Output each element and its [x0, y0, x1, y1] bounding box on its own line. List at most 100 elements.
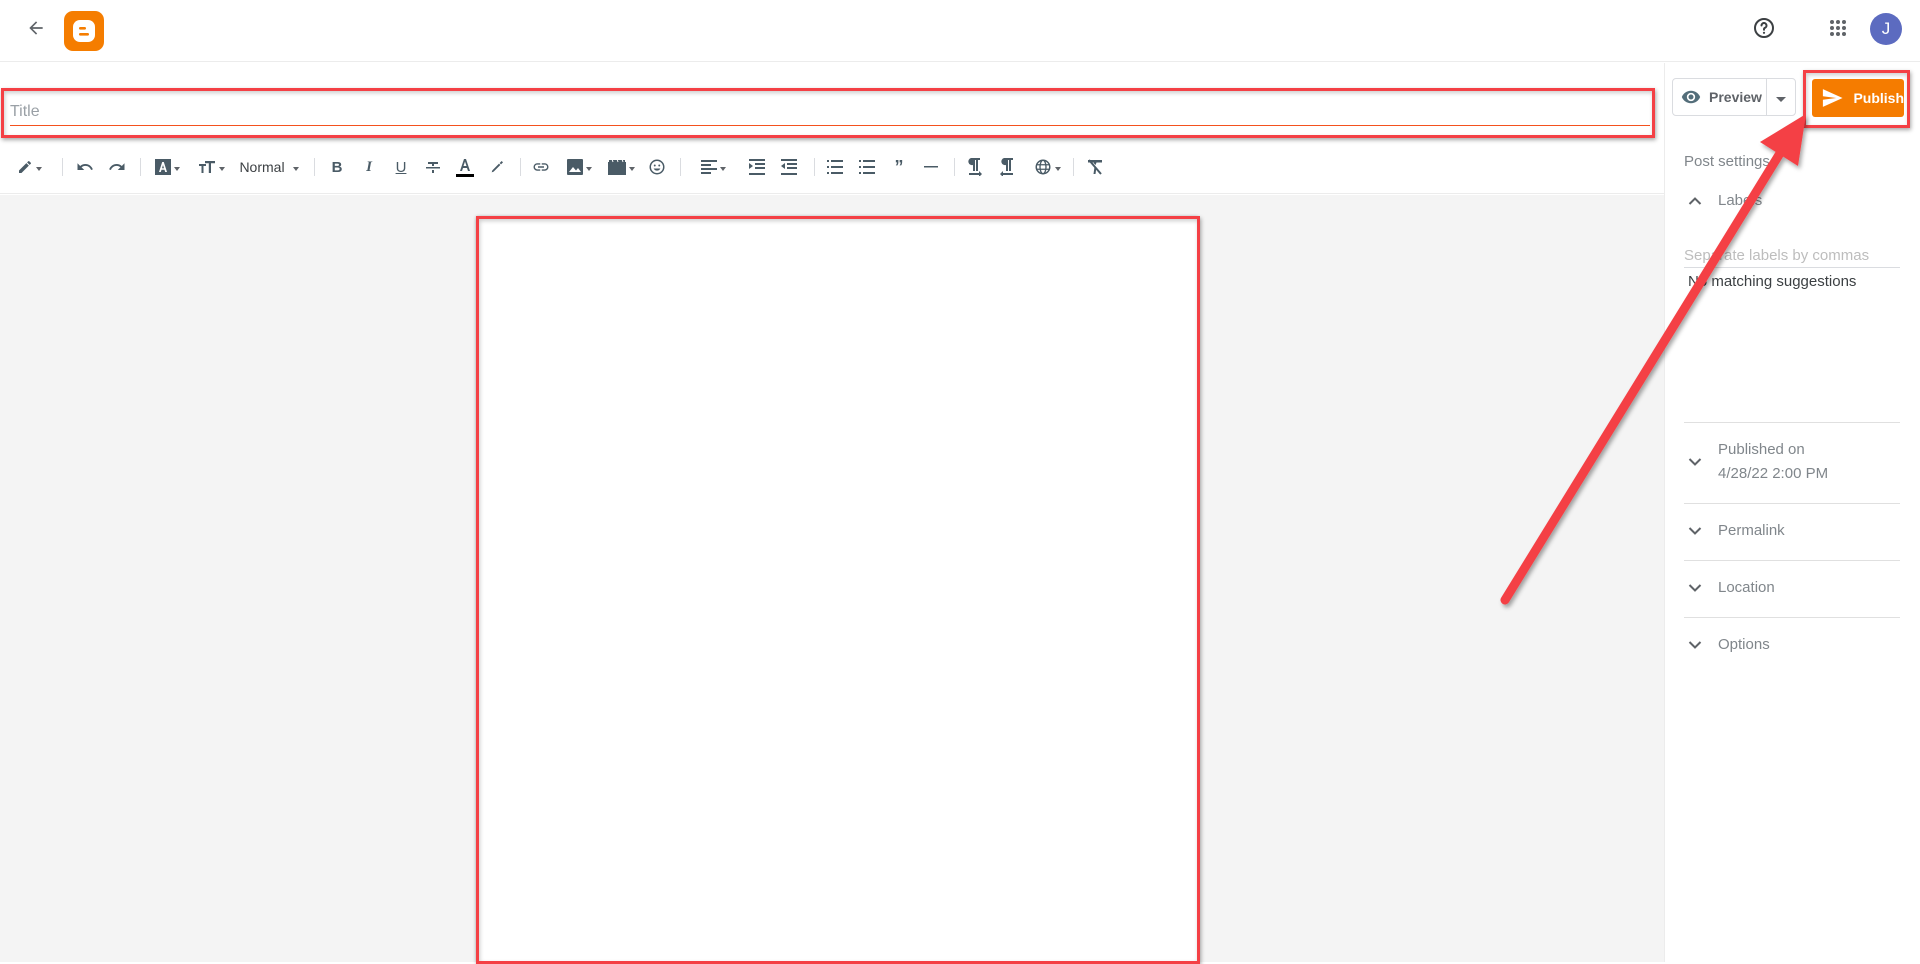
toolbar-divider [1073, 158, 1074, 176]
location-label: Location [1718, 579, 1775, 596]
bold-button[interactable]: B [324, 152, 350, 182]
emoji-button[interactable] [644, 152, 670, 182]
apps-button[interactable] [1824, 14, 1852, 42]
underline-icon: U [395, 158, 407, 176]
title-input[interactable] [10, 98, 1650, 126]
section-divider [1684, 560, 1900, 561]
link-icon [533, 163, 549, 171]
undo-icon [77, 163, 93, 170]
align-left-icon [700, 160, 717, 174]
chevron-down-icon [1688, 458, 1702, 466]
underline-button[interactable]: U [388, 152, 414, 182]
outdent-button[interactable] [776, 152, 802, 182]
pencil-icon [18, 160, 31, 173]
post-body[interactable] [476, 216, 1198, 962]
no-suggestions-text: No matching suggestions [1688, 273, 1857, 290]
italic-icon: I [366, 158, 372, 175]
horizontal-rule-icon [924, 166, 938, 168]
quote-button[interactable]: ” [886, 152, 912, 182]
toolbar-divider [814, 158, 815, 176]
bold-icon: B [331, 158, 343, 176]
compose-mode-button[interactable] [12, 152, 46, 182]
redo-button[interactable] [104, 152, 130, 182]
clear-formatting-button[interactable] [1082, 152, 1108, 182]
italic-button[interactable]: I [356, 152, 382, 182]
location-section-toggle[interactable]: Location [1684, 576, 1900, 600]
bulleted-list-button[interactable] [822, 152, 848, 182]
published-on-label: Published on [1718, 441, 1805, 458]
arrow-left-icon [29, 21, 43, 35]
font-size-button[interactable] [194, 152, 228, 182]
horizontal-rule-button[interactable] [918, 152, 944, 182]
rtl-icon [1000, 158, 1013, 176]
font-button[interactable] [150, 152, 184, 182]
redo-icon [109, 163, 125, 170]
clear-format-icon [1088, 159, 1102, 175]
app-header: J [0, 0, 1920, 62]
text-size-icon [198, 161, 215, 173]
published-date: 4/28/22 2:00 PM [1718, 465, 1829, 482]
ltr-button[interactable] [962, 152, 988, 182]
text-color-icon [456, 159, 474, 177]
image-icon [566, 159, 583, 175]
link-button[interactable] [528, 152, 554, 182]
publish-button[interactable]: Publish [1812, 79, 1904, 117]
outdent-icon [781, 159, 797, 175]
text-color-button[interactable] [452, 152, 478, 182]
indent-icon [749, 159, 765, 175]
section-divider [1684, 503, 1900, 504]
strikethrough-icon [426, 162, 440, 173]
preview-button[interactable]: Preview [1673, 79, 1767, 115]
toolbar-divider [954, 158, 955, 176]
permalink-label: Permalink [1718, 522, 1785, 539]
language-button[interactable] [1030, 152, 1064, 182]
publish-label: Publish [1853, 90, 1904, 106]
chevron-down-icon [1688, 584, 1702, 592]
toolbar-divider [140, 158, 141, 176]
permalink-section-toggle[interactable]: Permalink [1684, 519, 1900, 543]
align-button[interactable] [696, 152, 730, 182]
help-circle-icon [1754, 18, 1774, 38]
chevron-up-icon [1688, 197, 1702, 205]
quote-icon: ” [894, 156, 904, 177]
emoji-icon [649, 159, 665, 175]
caret-down-icon [1776, 96, 1786, 102]
apps-grid-icon [1830, 20, 1846, 36]
back-button[interactable] [22, 14, 50, 42]
insert-image-button[interactable] [562, 152, 596, 182]
insert-video-button[interactable] [604, 152, 638, 182]
options-label: Options [1718, 636, 1770, 653]
indent-button[interactable] [744, 152, 770, 182]
section-divider [1684, 617, 1900, 618]
options-section-toggle[interactable]: Options [1684, 633, 1900, 657]
globe-icon [1035, 159, 1050, 175]
toolbar-divider [520, 158, 521, 176]
chevron-down-icon [1688, 641, 1702, 649]
labels-section-label: Labels [1718, 192, 1763, 209]
video-icon [607, 159, 626, 175]
numbered-list-icon [859, 160, 875, 174]
labels-section-toggle[interactable]: Labels [1684, 189, 1900, 213]
numbered-list-button[interactable] [854, 152, 880, 182]
post-settings-title: Post settings [1684, 153, 1770, 170]
eye-icon [1681, 90, 1701, 104]
paragraph-style-dropdown[interactable]: Normal [236, 152, 302, 182]
formatting-toolbar: Normal B I U ” [0, 146, 1664, 194]
undo-button[interactable] [72, 152, 98, 182]
highlight-button[interactable] [484, 152, 510, 182]
rtl-button[interactable] [994, 152, 1020, 182]
send-icon [1822, 89, 1843, 107]
toolbar-divider [62, 158, 63, 176]
section-divider [1684, 422, 1900, 423]
published-section-toggle[interactable]: Published on 4/28/22 2:00 PM [1684, 438, 1900, 486]
avatar[interactable]: J [1870, 13, 1902, 45]
highlighter-icon [491, 161, 503, 173]
labels-input[interactable] [1684, 244, 1900, 268]
chevron-down-icon [1688, 527, 1702, 535]
preview-button-group: Preview [1672, 78, 1796, 116]
strikethrough-button[interactable] [420, 152, 446, 182]
bulleted-list-icon [827, 160, 843, 174]
help-button[interactable] [1750, 14, 1778, 42]
preview-dropdown-button[interactable] [1767, 79, 1795, 115]
blogger-logo-icon[interactable] [64, 11, 104, 51]
